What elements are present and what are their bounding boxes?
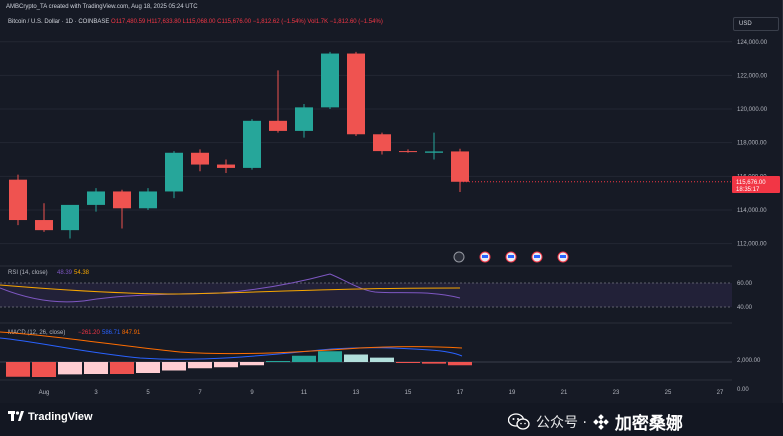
macd-histogram-bar (214, 362, 238, 368)
news-flag-icon[interactable] (479, 251, 491, 263)
time-tick-label: 15 (405, 390, 412, 396)
watermark-name: 加密桑娜 (614, 414, 683, 434)
time-tick-label: 5 (146, 390, 150, 396)
time-tick-label: 25 (665, 390, 672, 396)
candle-body (139, 191, 157, 209)
macd-pane: MACD (12, 26, close) −261.20 586.71 847.… (0, 322, 761, 393)
macd-histogram-bar (318, 351, 342, 362)
candle-body (425, 151, 443, 153)
candle-body (269, 120, 287, 131)
binance-icon (593, 413, 609, 430)
time-tick-label: 27 (717, 390, 724, 396)
price-badge-countdown: 18:35:17 (736, 187, 760, 193)
time-tick-label: 7 (198, 390, 202, 396)
candle-body (373, 134, 391, 152)
macd-histogram-bar (266, 361, 290, 362)
candle-body (87, 191, 105, 205)
price-chart-svg[interactable]: 124,000.00 122,000.00 120,000.00 118,000.00… (0, 0, 783, 403)
wechat-watermark: 公众号 · 加密桑娜 (508, 409, 683, 434)
macd-signal-line (0, 331, 463, 355)
macd-hist-value: −261.20 (78, 330, 101, 336)
news-flag-icon[interactable] (557, 251, 569, 263)
macd-histogram (6, 351, 472, 377)
time-tick-label: 13 (353, 390, 360, 396)
time-tick-label: Aug (39, 390, 50, 396)
macd-histogram-bar (292, 355, 316, 362)
rsi-band (0, 283, 732, 307)
macd-histogram-bar (6, 362, 30, 377)
chart-area: AMBCrypto_TA created with TradingView.co… (0, 0, 783, 403)
macd-line-value: 586.71 (102, 330, 121, 336)
macd-histogram-bar (188, 362, 212, 369)
candle-body (35, 220, 53, 231)
price-grid (0, 41, 732, 245)
candle-body (217, 164, 235, 168)
price-tick-label: 114,000.00 (737, 208, 767, 214)
event-marker[interactable] (453, 251, 465, 263)
macd-histogram-bar (110, 362, 134, 374)
candle-body (165, 152, 183, 192)
wechat-icon (508, 412, 530, 430)
candle-body (295, 107, 313, 131)
time-tick-label: 17 (457, 390, 464, 396)
candles (9, 51, 732, 239)
tradingview-brand: TradingView (28, 411, 93, 423)
macd-histogram-bar (448, 362, 472, 366)
candle-body (451, 151, 469, 182)
macd-histogram-bar (84, 362, 108, 374)
current-price-badge: 115,676.00 18:35:17 (732, 176, 780, 193)
price-tick-label: 112,000.00 (737, 242, 767, 248)
candle-body (191, 152, 209, 165)
rsi-axis-60: 60.00 (737, 281, 753, 287)
time-tick-label: 21 (561, 390, 568, 396)
watermark-prefix: 公众号 · (536, 414, 587, 431)
macd-histogram-bar (136, 362, 160, 373)
price-tick-label: 122,000.00 (737, 73, 768, 79)
candle-body (61, 204, 79, 231)
time-tick-label: 23 (613, 390, 620, 396)
news-flag-icon[interactable] (505, 251, 517, 263)
candle-body (399, 151, 417, 153)
candle-body (9, 179, 27, 221)
time-tick-label: 3 (94, 390, 98, 396)
time-tick-label: 19 (509, 390, 516, 396)
macd-axis-0: 0.00 (737, 387, 749, 393)
macd-histogram-bar (32, 362, 56, 377)
rsi-value-2: 54.38 (74, 270, 90, 276)
price-axis: 124,000.00 122,000.00 120,000.00 118,000.00… (737, 40, 768, 248)
rsi-label: RSI (14, close) (8, 270, 48, 276)
macd-signal-value: 847.91 (122, 330, 141, 336)
macd-axis-2000: 2,000.00 (737, 358, 761, 364)
macd-histogram-bar (422, 362, 446, 364)
candle-body (243, 120, 261, 168)
rsi-pane: RSI (14, close) 48.39 54.38 60.00 40.00 (0, 265, 753, 311)
macd-histogram-bar (370, 357, 394, 362)
price-badge-price: 115,676.00 (736, 180, 766, 186)
time-axis: Aug 3 5 7 9 11 13 15 17 19 21 23 25 27 (0, 379, 732, 396)
price-tick-label: 118,000.00 (737, 141, 767, 147)
footer-bar: TradingView 公众号 · 加密桑娜 (0, 403, 783, 436)
macd-histogram-bar (58, 362, 82, 375)
time-tick-label: 9 (250, 390, 254, 396)
macd-histogram-bar (344, 354, 368, 362)
candle-body (113, 191, 131, 209)
macd-line (0, 337, 463, 360)
macd-histogram-bar (396, 362, 420, 363)
tradingview-logo[interactable]: TradingView (8, 411, 93, 423)
price-tick-label: 120,000.00 (737, 107, 768, 113)
candle-body (347, 53, 365, 135)
price-tick-label: 124,000.00 (737, 40, 768, 46)
macd-histogram-bar (240, 362, 264, 366)
event-icons (453, 251, 569, 263)
tradingview-logo-icon (8, 411, 24, 421)
news-flag-icon[interactable] (531, 251, 543, 263)
rsi-axis-40: 40.00 (737, 305, 753, 311)
candle-body (321, 53, 339, 108)
macd-histogram-bar (162, 362, 186, 371)
time-tick-label: 11 (301, 390, 308, 396)
chart-screenshot: AMBCrypto_TA created with TradingView.co… (0, 0, 783, 436)
rsi-value-1: 48.39 (57, 270, 73, 276)
